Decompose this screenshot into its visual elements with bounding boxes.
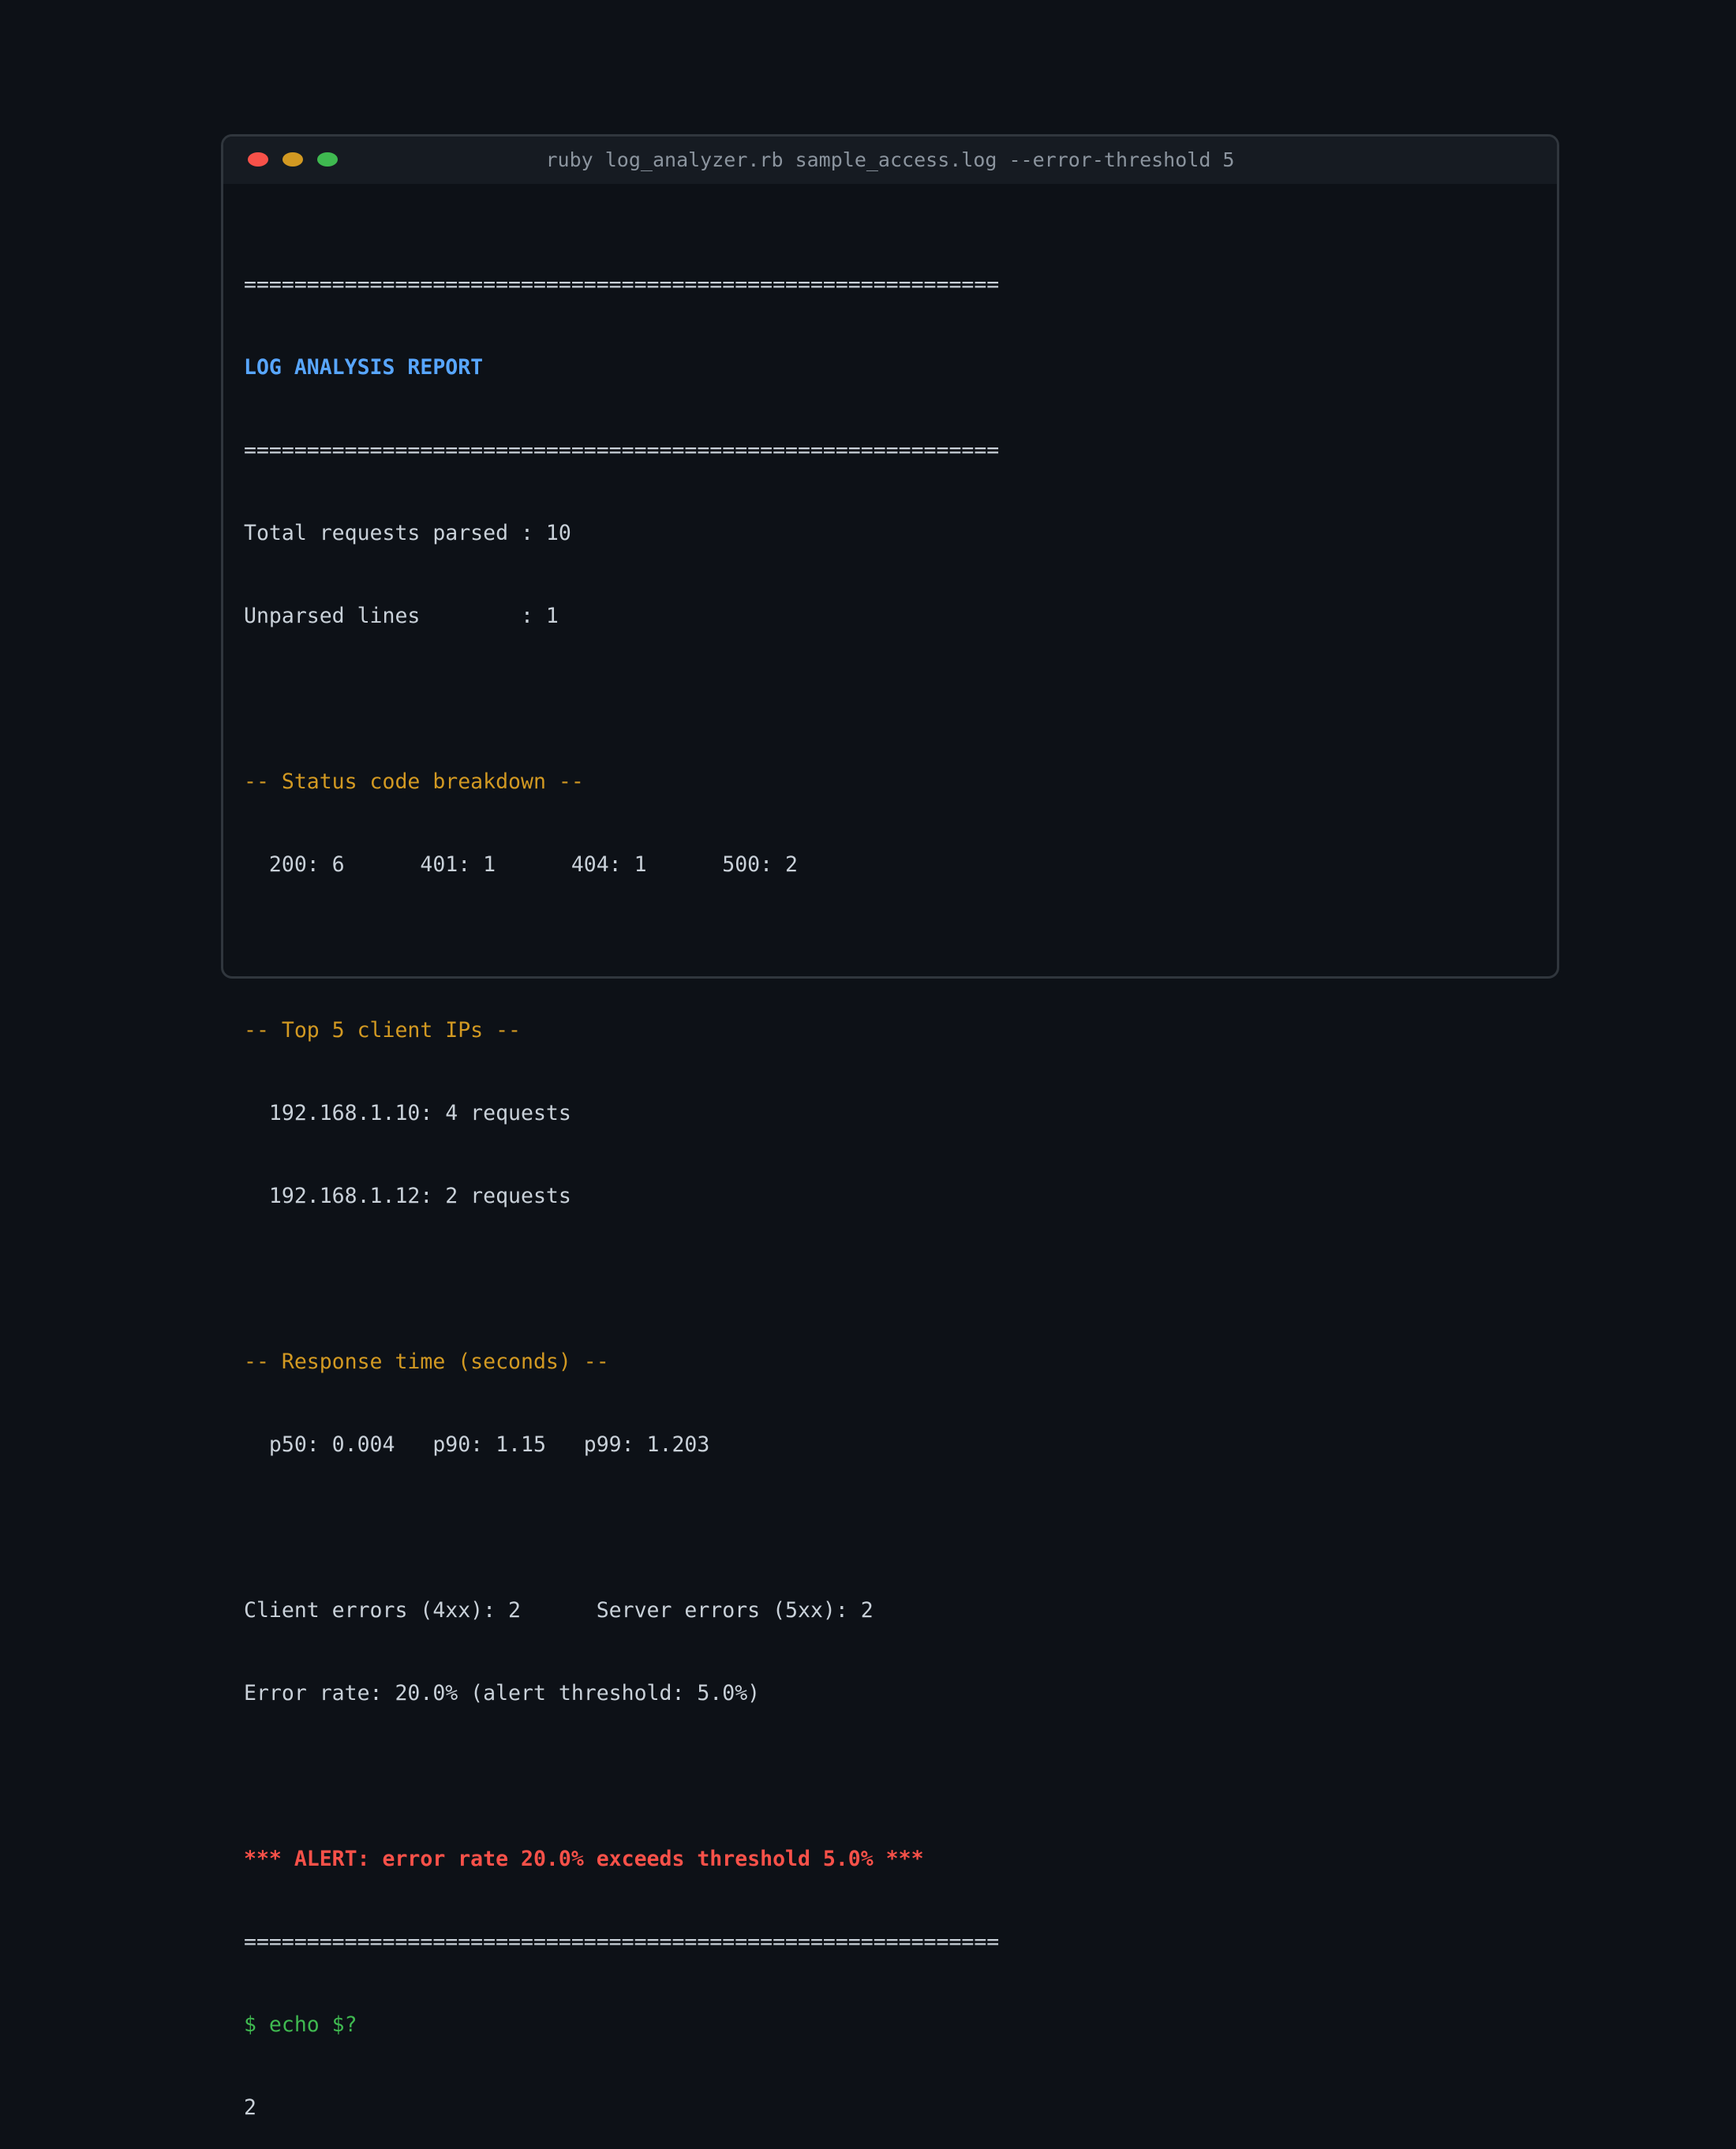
- separator-rule: ========================================…: [244, 438, 1000, 462]
- error-rate-line: Error rate: 20.0% (alert threshold: 5.0%…: [244, 1681, 761, 1705]
- title-bar: ruby log_analyzer.rb sample_access.log -…: [223, 137, 1557, 184]
- alert-message: *** ALERT: error rate 20.0% exceeds thre…: [244, 1847, 924, 1871]
- error-counts-line: Client errors (4xx): 2 Server errors (5x…: [244, 1598, 874, 1623]
- separator-rule: ========================================…: [244, 1930, 1000, 1954]
- total-requests-line: Total requests parsed : 10: [244, 521, 571, 545]
- report-title: LOG ANALYSIS REPORT: [244, 355, 484, 380]
- shell-command-output: 2: [244, 2095, 256, 2120]
- shell-command-line: $ echo $?: [244, 2012, 357, 2037]
- unparsed-lines-line: Unparsed lines : 1: [244, 604, 559, 628]
- top-ips-heading: -- Top 5 client IPs --: [244, 1018, 521, 1043]
- ip-list-item: 192.168.1.10: 4 requests: [244, 1101, 571, 1125]
- window-title: ruby log_analyzer.rb sample_access.log -…: [545, 148, 1235, 171]
- separator-rule: ========================================…: [244, 272, 1000, 297]
- status-code-heading: -- Status code breakdown --: [244, 769, 584, 794]
- terminal-output[interactable]: ========================================…: [244, 219, 999, 2149]
- status-code-breakdown: 200: 6 401: 1 404: 1 500: 2: [244, 852, 798, 877]
- response-time-percentiles: p50: 0.004 p90: 1.15 p99: 1.203: [244, 1432, 710, 1457]
- response-time-heading: -- Response time (seconds) --: [244, 1350, 609, 1374]
- ip-list-item: 192.168.1.12: 2 requests: [244, 1184, 571, 1208]
